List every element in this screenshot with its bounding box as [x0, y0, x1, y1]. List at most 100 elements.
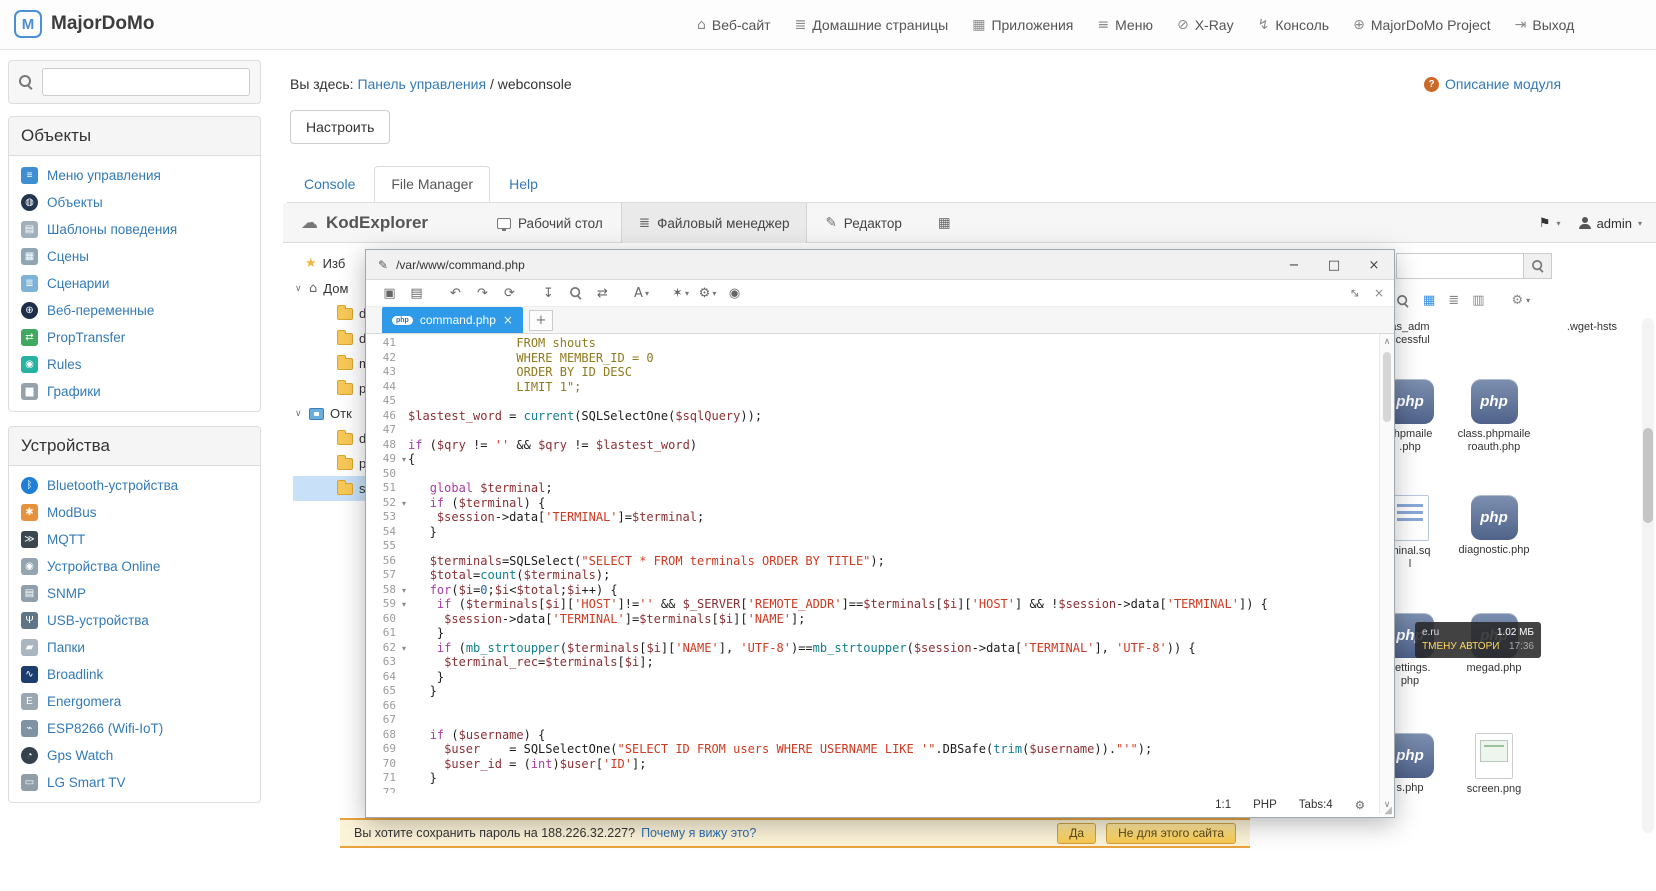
why-link[interactable]: Почему я вижу это?	[641, 826, 756, 840]
code-line[interactable]: 47	[366, 423, 1379, 438]
find-button[interactable]	[562, 286, 589, 300]
code-line[interactable]: 44 LIMIT 1";	[366, 380, 1379, 395]
sidebar-item[interactable]: ≡Меню управления	[9, 162, 260, 189]
yes-button[interactable]: Да	[1057, 823, 1096, 844]
configure-button[interactable]: Настроить	[290, 110, 390, 144]
sidebar-item[interactable]: ◍Объекты	[9, 189, 260, 216]
expand-button[interactable]: ↔	[1346, 284, 1363, 301]
tab-size[interactable]: Tabs:4	[1299, 799, 1333, 811]
grid-view-button[interactable]: ▦	[1423, 293, 1435, 308]
sidebar-item[interactable]: ⇄PropTransfer	[9, 324, 260, 351]
code-line[interactable]: 49▾{	[366, 452, 1379, 467]
nav-item-pages[interactable]: ≣Домашние страницы	[795, 17, 949, 33]
code-editor[interactable]: 41 FROM shouts42 WHERE MEMBER_ID = 043 O…	[366, 334, 1379, 793]
not-for-site-button[interactable]: Не для этого сайта	[1106, 823, 1236, 844]
tab-close-icon[interactable]: ×	[503, 313, 513, 327]
sidebar-item[interactable]: ⌁ESP8266 (Wifi-IoT)	[9, 715, 260, 742]
language-mode[interactable]: PHP	[1253, 799, 1277, 811]
copy-button[interactable]: ▤	[403, 286, 430, 301]
nav-item-apps[interactable]: ▦Приложения	[972, 17, 1073, 33]
tab-help[interactable]: Help	[492, 166, 555, 202]
nav-item-exit[interactable]: ⇥Выход	[1515, 17, 1575, 33]
sidebar-item[interactable]: ▰Папки	[9, 634, 260, 661]
search-button[interactable]	[1524, 253, 1552, 279]
code-line[interactable]: 66	[366, 699, 1379, 714]
code-line[interactable]: 42 WHERE MEMBER_ID = 0	[366, 351, 1379, 366]
replace-button[interactable]: ⇄	[589, 286, 616, 301]
sidebar-item[interactable]: ≣Сценарии	[9, 270, 260, 297]
redo-button[interactable]: ↷	[469, 286, 496, 301]
toolbar-close-button[interactable]: ×	[1374, 286, 1384, 300]
sidebar-item[interactable]: ◉Rules	[9, 351, 260, 378]
code-line[interactable]: 72	[366, 786, 1379, 794]
nav-item-xray[interactable]: ⊘X-Ray	[1177, 17, 1234, 33]
resize-grip[interactable]: ◢	[1384, 805, 1392, 816]
code-line[interactable]: 46$lastest_word = current(SQLSelectOne($…	[366, 409, 1379, 424]
code-line[interactable]: 51 global $terminal;	[366, 481, 1379, 496]
sidebar-item[interactable]: EEnergomera	[9, 688, 260, 715]
sidebar-item[interactable]: ◉Устройства Online	[9, 553, 260, 580]
status-gear-icon[interactable]: ⚙	[1355, 798, 1365, 812]
file-item[interactable]: phpdiagnostic.php	[1452, 495, 1536, 557]
code-line[interactable]: 55	[366, 539, 1379, 554]
tools-menu-button[interactable]: ✶ ▾	[667, 286, 694, 301]
scroll-up-icon[interactable]: ∧	[1380, 337, 1394, 347]
code-line[interactable]: 50	[366, 467, 1379, 482]
nav-item-console[interactable]: ↯Консоль	[1258, 17, 1330, 33]
editor-scrollbar[interactable]: ∧ ∨	[1379, 334, 1394, 813]
editor-tab-active[interactable]: php command.php ×	[382, 307, 523, 333]
sidebar-item[interactable]: ▭LG Smart TV	[9, 769, 260, 796]
sidebar-item[interactable]: ▦Сцены	[9, 243, 260, 270]
list-view-button[interactable]: ≣	[1448, 293, 1459, 308]
code-line[interactable]: 52▾ if ($terminal) {	[366, 496, 1379, 511]
code-line[interactable]: 71 }	[366, 771, 1379, 786]
code-line[interactable]: 69 $user = SQLSelectOne("SELECT ID FROM …	[366, 742, 1379, 757]
tab-console[interactable]: Console	[287, 166, 372, 202]
font-menu-button[interactable]: A ▾	[628, 286, 655, 301]
kx-menu-desktop[interactable]: Рабочий стол	[479, 203, 621, 243]
code-line[interactable]: 62▾ if (mb_strtoupper($terminals[$i]['NA…	[366, 641, 1379, 656]
dialog-titlebar[interactable]: ✎ /var/www/command.php − □ ×	[366, 250, 1394, 280]
code-line[interactable]: 58▾ for($i=0;$i<$total;$i++) {	[366, 583, 1379, 598]
code-line[interactable]: 70 $user_id = (int)$user['ID'];	[366, 757, 1379, 772]
kodexplorer-brand[interactable]: ☁ KodExplorer	[301, 203, 428, 243]
nav-item-menu[interactable]: ≡Меню	[1097, 17, 1153, 33]
sidebar-item[interactable]: ✱ModBus	[9, 499, 260, 526]
code-line[interactable]: 63 $terminal_rec=$terminals[$i];	[366, 655, 1379, 670]
file-search-input[interactable]	[1396, 253, 1524, 279]
code-line[interactable]: 59▾ if ($terminals[$i]['HOST']!='' && $_…	[366, 597, 1379, 612]
sidebar-item[interactable]: ▆Графики	[9, 378, 260, 405]
new-tab-button[interactable]: +	[529, 310, 553, 331]
kx-menu-edit[interactable]: ✎Редактор	[807, 203, 919, 243]
tab-file-manager[interactable]: File Manager	[374, 166, 490, 202]
code-line[interactable]: 56 $terminals=SQLSelect("SELECT * FROM t…	[366, 554, 1379, 569]
maximize-button[interactable]: □	[1314, 250, 1354, 280]
file-item[interactable]: .wget-hsts	[1550, 321, 1634, 334]
code-line[interactable]: 41 FROM shouts	[366, 336, 1379, 351]
code-line[interactable]: 68 if ($username) {	[366, 728, 1379, 743]
scrollbar-thumb[interactable]	[1643, 428, 1653, 523]
code-line[interactable]: 45	[366, 394, 1379, 409]
layout-grid-button[interactable]: ▦	[920, 203, 969, 243]
app-logo[interactable]: M MajorDoMo	[14, 10, 154, 38]
sidebar-item[interactable]: ΨUSB-устройства	[9, 607, 260, 634]
code-line[interactable]: 48if ($qry != '' && $qry != $lastest_wor…	[366, 438, 1379, 453]
code-line[interactable]: 67	[366, 713, 1379, 728]
file-item[interactable]: screen.png	[1452, 733, 1536, 796]
code-line[interactable]: 53 $session->data['TERMINAL']=$terminal;	[366, 510, 1379, 525]
code-line[interactable]: 60 $session->data['TERMINAL']=$terminals…	[366, 612, 1379, 627]
close-button[interactable]: ×	[1354, 250, 1394, 280]
kx-menu-filelist[interactable]: ≣Файловый менеджер	[621, 203, 808, 243]
nav-item-home[interactable]: ⌂Веб-сайт	[697, 17, 771, 33]
sidebar-search-input[interactable]	[42, 68, 250, 96]
code-line[interactable]: 57 $total=count($terminals);	[366, 568, 1379, 583]
code-line[interactable]: 64 }	[366, 670, 1379, 685]
minimize-button[interactable]: −	[1274, 250, 1314, 280]
sidebar-item[interactable]: ≫MQTT	[9, 526, 260, 553]
code-line[interactable]: 54 }	[366, 525, 1379, 540]
columns-view-button[interactable]: ▥	[1472, 293, 1484, 308]
refresh-button[interactable]: ⟳	[496, 286, 523, 301]
scrollbar-thumb[interactable]	[1383, 352, 1391, 422]
file-item[interactable]: phpclass.phpmaileroauth.php	[1452, 379, 1536, 454]
language-flag-button[interactable]: ⚑ ▾	[1539, 216, 1561, 231]
